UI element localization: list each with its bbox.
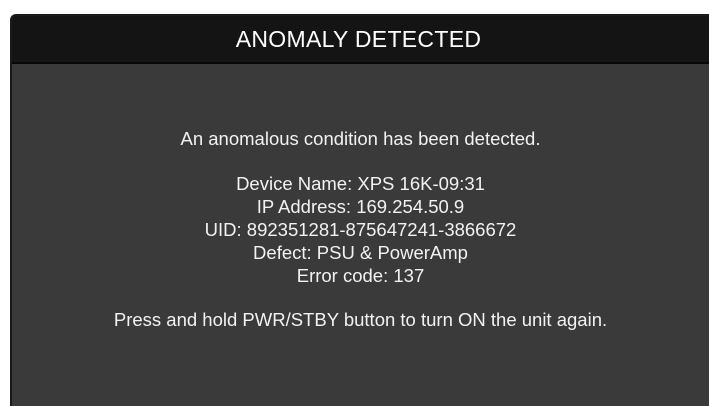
error-code: Error code: 137 (296, 265, 425, 286)
dialog-title-bar: ANOMALY DETECTED (12, 16, 709, 64)
dialog-title: ANOMALY DETECTED (235, 25, 482, 52)
device-details: Device Name: XPS 16K-09:31 IP Address: 1… (12, 172, 709, 287)
device-name: Device Name: XPS 16K-09:31 (236, 173, 485, 194)
dialog-content: An anomalous condition has been detected… (12, 64, 709, 331)
power-instruction: Press and hold PWR/STBY button to turn O… (113, 309, 608, 330)
defect-info: Defect: PSU & PowerAmp (253, 242, 468, 263)
ip-address: IP Address: 169.254.50.9 (256, 196, 465, 217)
anomaly-dialog: ANOMALY DETECTED An anomalous condition … (10, 14, 709, 406)
anomaly-message: An anomalous condition has been detected… (180, 128, 541, 149)
device-uid: UID: 892351281-875647241-3866672 (204, 219, 517, 240)
